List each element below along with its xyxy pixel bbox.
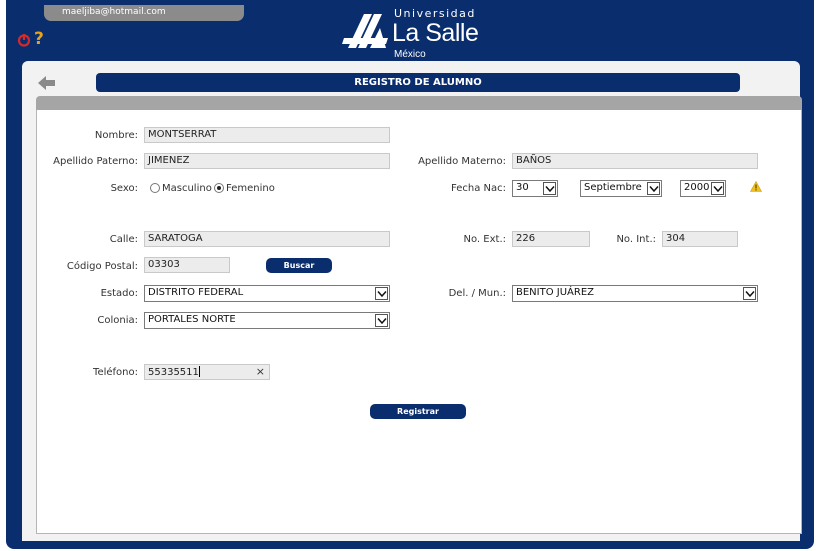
chevron-down-icon [543, 182, 556, 195]
no-int-label: No. Int.: [616, 234, 656, 245]
la-salle-logo: Universidad La Salle México [342, 6, 512, 62]
help-icon[interactable]: ? [34, 29, 44, 49]
logo-sub: México [394, 49, 426, 60]
estado-select[interactable]: DISTRITO FEDERAL [144, 285, 390, 302]
no-ext-field[interactable]: 226 [512, 231, 590, 247]
telefono-label: Teléfono: [93, 367, 138, 378]
no-ext-label: No. Ext.: [463, 234, 507, 245]
fecha-nac-label: Fecha Nac: [451, 183, 506, 194]
nombre-field[interactable]: MONTSERRAT [144, 127, 390, 143]
apellido-paterno-field[interactable]: JIMENEZ [144, 153, 390, 169]
masculino-label: Masculino [162, 183, 212, 194]
telefono-field[interactable]: 55335511 × [144, 364, 270, 380]
apellido-paterno-label: Apellido Paterno: [53, 156, 138, 167]
buscar-button[interactable]: Buscar [266, 258, 332, 273]
colonia-select[interactable]: PORTALES NORTE [144, 312, 390, 329]
no-int-field[interactable]: 304 [662, 231, 738, 247]
apellido-materno-field[interactable]: BAÑOS [512, 153, 758, 169]
chevron-down-icon [711, 182, 724, 195]
del-mun-label: Del. / Mun.: [448, 288, 506, 299]
chevron-down-icon [647, 182, 660, 195]
month-select[interactable]: Septiembre [580, 180, 662, 197]
day-select[interactable]: 30 [512, 180, 558, 197]
day-value: 30 [516, 182, 529, 193]
calle-label: Calle: [109, 234, 138, 245]
page-title: REGISTRO DE ALUMNO [96, 73, 740, 92]
telefono-value: 55335511 [148, 367, 199, 378]
clear-icon[interactable]: × [256, 365, 265, 378]
nombre-label: Nombre: [94, 130, 138, 141]
warning-icon [750, 181, 762, 192]
sexo-label: Sexo: [110, 183, 138, 194]
colonia-value: PORTALES NORTE [148, 314, 236, 325]
estado-label: Estado: [100, 288, 138, 299]
back-arrow-icon[interactable] [38, 75, 56, 91]
estado-value: DISTRITO FEDERAL [148, 287, 244, 298]
calle-field[interactable]: SARATOGA [144, 231, 390, 247]
chevron-down-icon [375, 287, 388, 300]
year-value: 2000 [684, 182, 710, 193]
month-value: Septiembre [584, 182, 642, 193]
year-select[interactable]: 2000 [680, 180, 726, 197]
content-header-strip [36, 96, 802, 110]
user-email-tab: maeljiba@hotmail.com [44, 5, 244, 21]
del-mun-select[interactable]: BENITO JUÁREZ [512, 285, 758, 302]
masculino-radio[interactable] [150, 183, 160, 193]
codigo-postal-field[interactable]: 03303 [144, 257, 230, 273]
power-icon[interactable] [17, 33, 31, 47]
femenino-label: Femenino [226, 183, 275, 194]
apellido-materno-label: Apellido Materno: [418, 156, 506, 167]
user-email: maeljiba@hotmail.com [62, 7, 166, 17]
registrar-button[interactable]: Registrar [370, 404, 466, 419]
la-salle-star-icon [342, 14, 388, 48]
text-cursor [198, 366, 200, 377]
del-mun-value: BENITO JUÁREZ [516, 287, 594, 298]
codigo-postal-label: Código Postal: [66, 261, 138, 272]
chevron-down-icon [743, 287, 756, 300]
chevron-down-icon [375, 314, 388, 327]
femenino-radio[interactable] [214, 183, 224, 193]
colonia-label: Colonia: [97, 315, 138, 326]
logo-name: La Salle [392, 19, 479, 47]
